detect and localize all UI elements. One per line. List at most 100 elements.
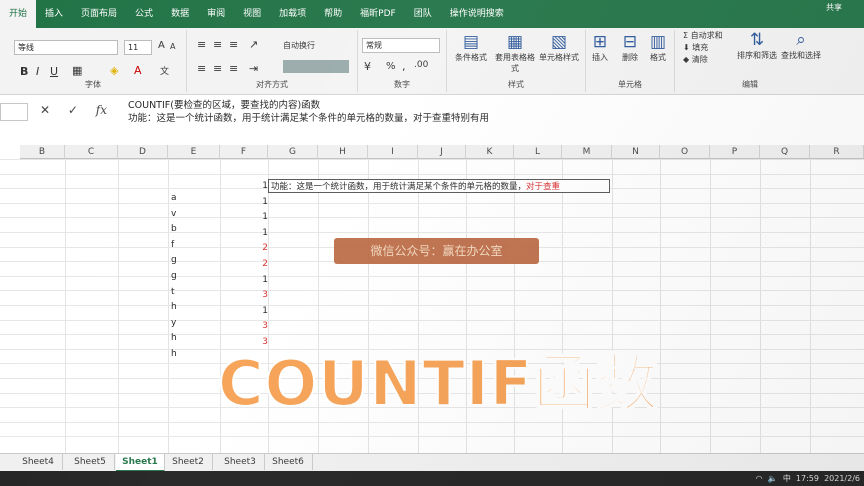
letter-cell[interactable]: y: [171, 318, 176, 328]
number-format-select[interactable]: 常规: [362, 38, 440, 53]
align-top-icon[interactable]: ≡: [197, 38, 206, 51]
currency-icon[interactable]: ¥: [364, 60, 371, 73]
column-header-l[interactable]: L: [514, 145, 562, 159]
column-header-g[interactable]: G: [268, 145, 318, 159]
letter-cell[interactable]: f: [171, 240, 174, 250]
border-icon[interactable]: ▦: [72, 64, 82, 77]
autosum-button[interactable]: Σ 自动求和: [683, 30, 723, 41]
letter-cell[interactable]: g: [171, 271, 177, 281]
count-cell[interactable]: 2: [248, 259, 268, 269]
column-header-o[interactable]: O: [660, 145, 710, 159]
phonetic-icon[interactable]: 文: [160, 64, 169, 77]
count-cell[interactable]: 3: [248, 321, 268, 331]
count-cell[interactable]: 1: [248, 212, 268, 222]
letter-cell[interactable]: a: [171, 193, 177, 203]
font-name-select[interactable]: 等线: [14, 40, 118, 55]
column-header-b[interactable]: B: [20, 145, 65, 159]
tab-4[interactable]: 数据: [162, 0, 198, 28]
count-cell[interactable]: 1: [248, 306, 268, 316]
font-color-icon[interactable]: A: [134, 64, 142, 77]
clear-button[interactable]: ◆ 清除: [683, 54, 708, 65]
shrink-font-icon[interactable]: A: [170, 42, 175, 51]
column-header-h[interactable]: H: [318, 145, 368, 159]
function-description-cell[interactable]: 功能：这是一个统计函数，用于统计满足某个条件的单元格的数量，对于查重: [268, 179, 610, 193]
cell-styles-button[interactable]: ▧ 单元格样式: [539, 32, 579, 63]
column-header-p[interactable]: P: [710, 145, 760, 159]
tab-6[interactable]: 视图: [234, 0, 270, 28]
comma-icon[interactable]: ,: [402, 60, 406, 73]
count-cell[interactable]: 2: [248, 243, 268, 253]
tab-1[interactable]: 插入: [36, 0, 72, 28]
fill-button[interactable]: ⬇ 填充: [683, 42, 708, 53]
align-bottom-icon[interactable]: ≡: [229, 38, 238, 51]
column-header-i[interactable]: I: [368, 145, 418, 159]
enter-icon[interactable]: ✓: [68, 103, 78, 117]
underline-icon[interactable]: U: [50, 65, 58, 78]
share-button[interactable]: 共享: [826, 2, 842, 13]
letter-cell[interactable]: v: [171, 209, 176, 219]
letter-cell[interactable]: b: [171, 224, 177, 234]
column-header-k[interactable]: K: [466, 145, 514, 159]
count-cell[interactable]: 1: [248, 228, 268, 238]
sheet-tab-sheet5[interactable]: Sheet5: [66, 454, 115, 470]
tab-0[interactable]: 开始: [0, 0, 37, 28]
name-box[interactable]: [0, 103, 28, 121]
merge-center-button[interactable]: [283, 60, 349, 73]
count-cell[interactable]: 1: [248, 197, 268, 207]
format-cells-button[interactable]: ▥ 格式: [638, 32, 678, 63]
indent-icon[interactable]: ⇥: [249, 62, 258, 75]
conditional-format-button[interactable]: ▤ 条件格式: [451, 32, 491, 63]
orientation-icon[interactable]: ↗: [249, 38, 258, 51]
sheet-tab-sheet1[interactable]: Sheet1: [116, 454, 165, 472]
percent-button[interactable]: %: [386, 61, 396, 72]
tab-10[interactable]: 团队: [405, 0, 441, 28]
formula-input[interactable]: COUNTIF(要检查的区域，要查找的内容)函数 功能：这是一个统计函数，用于统…: [128, 99, 858, 125]
sheet-tab-sheet3[interactable]: Sheet3: [216, 454, 265, 470]
column-header-d[interactable]: D: [118, 145, 168, 159]
letter-cell[interactable]: h: [171, 349, 177, 359]
grow-font-icon[interactable]: A: [158, 40, 165, 51]
align-middle-icon[interactable]: ≡: [213, 38, 222, 51]
worksheet-grid[interactable]: BCDEFGHIJKLMNOPQR avbfggthyhh11112213133…: [0, 145, 864, 453]
insert-function-icon[interactable]: fx: [96, 103, 107, 117]
column-header-j[interactable]: J: [418, 145, 466, 159]
column-header-f[interactable]: F: [220, 145, 268, 159]
fill-color-icon[interactable]: ◈: [110, 64, 118, 77]
sort-filter-button[interactable]: ⇅ 排序和筛选: [737, 30, 777, 61]
count-cell[interactable]: 1: [248, 181, 268, 191]
clock-date[interactable]: 2021/2/6: [824, 474, 860, 483]
sheet-tab-sheet2[interactable]: Sheet2: [164, 454, 213, 470]
align-center-icon[interactable]: ≡: [213, 62, 222, 75]
wifi-icon[interactable]: ◠: [756, 474, 763, 483]
bold-icon[interactable]: B: [20, 65, 28, 78]
letter-cell[interactable]: h: [171, 302, 177, 312]
sheet-tab-sheet4[interactable]: Sheet4: [14, 454, 63, 470]
tab-11[interactable]: 操作说明搜索: [441, 0, 513, 28]
letter-cell[interactable]: t: [171, 287, 175, 297]
align-left-icon[interactable]: ≡: [197, 62, 206, 75]
tab-7[interactable]: 加载项: [270, 0, 315, 28]
format-as-table-button[interactable]: ▦ 套用表格格式: [495, 32, 535, 74]
volume-icon[interactable]: 🔈: [768, 474, 778, 483]
column-header-q[interactable]: Q: [760, 145, 810, 159]
tab-3[interactable]: 公式: [126, 0, 162, 28]
sheet-tab-sheet6[interactable]: Sheet6: [264, 454, 313, 470]
column-header-e[interactable]: E: [168, 145, 220, 159]
font-size-select[interactable]: 11: [124, 40, 152, 55]
tab-8[interactable]: 帮助: [315, 0, 351, 28]
find-select-button[interactable]: ⌕ 查找和选择: [781, 30, 821, 61]
decimal-icon[interactable]: .00: [414, 60, 428, 70]
column-header-r[interactable]: R: [810, 145, 864, 159]
align-right-icon[interactable]: ≡: [229, 62, 238, 75]
tab-5[interactable]: 审阅: [198, 0, 234, 28]
count-cell[interactable]: 3: [248, 290, 268, 300]
tab-2[interactable]: 页面布局: [72, 0, 126, 28]
input-language[interactable]: 中: [783, 474, 791, 483]
clock-time[interactable]: 17:59: [796, 474, 819, 483]
column-header-c[interactable]: C: [65, 145, 118, 159]
letter-cell[interactable]: g: [171, 255, 177, 265]
tab-9[interactable]: 福昕PDF: [351, 0, 405, 28]
letter-cell[interactable]: h: [171, 333, 177, 343]
cancel-icon[interactable]: ✕: [40, 103, 50, 117]
column-header-n[interactable]: N: [612, 145, 660, 159]
